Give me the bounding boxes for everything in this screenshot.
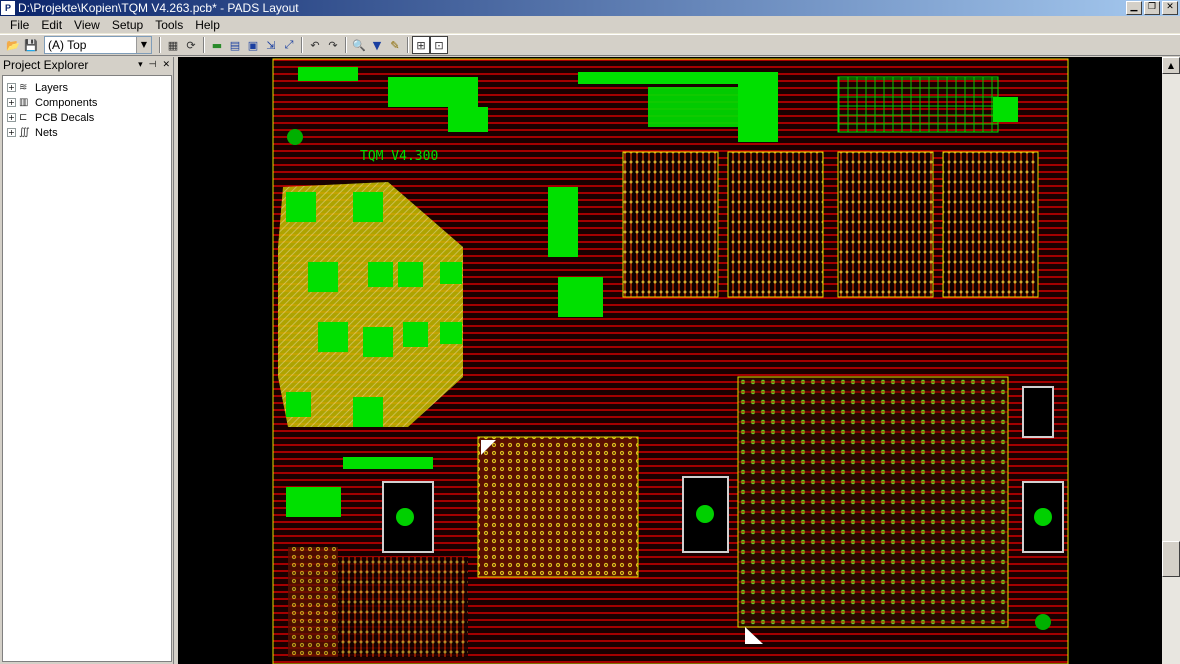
drafting-toolbar-icon[interactable]: ▣ (244, 36, 262, 54)
window-title: D:\Projekte\Kopien\TQM V4.263.pcb* - PAD… (18, 1, 299, 15)
toolbar-separator (345, 37, 347, 53)
nets-icon: ∭ (19, 127, 30, 138)
expand-icon[interactable]: + (7, 98, 16, 107)
minimize-icon[interactable]: ▁ (1126, 1, 1142, 15)
project-explorer: Project Explorer ▾ ⊣ ✕ + ≋ Layers + ▥ Co… (0, 57, 174, 664)
select-filter-icon[interactable]: ▼ (368, 36, 386, 54)
menu-setup[interactable]: Setup (106, 18, 149, 32)
expand-icon[interactable]: + (7, 128, 16, 137)
design-toolbar-icon[interactable]: ▬ (208, 36, 226, 54)
open-icon[interactable]: 📂 (4, 36, 22, 54)
decal-icon: ⊏ (19, 112, 28, 123)
toolbar: 📂 💾 (A) Top ▼ ▦ ⟳ ▬ ▤ ▣ ⇲ ⤢ ↶ ↷ 🔍 ▼ ✎ ⊞ … (0, 34, 1180, 56)
title-bar: P D:\Projekte\Kopien\TQM V4.263.pcb* - P… (0, 0, 1180, 16)
explorer-title: Project Explorer (3, 58, 89, 72)
bga-component-center (737, 376, 1009, 628)
explorer-controls: ▾ ⊣ ✕ (138, 60, 170, 70)
explorer-header: Project Explorer ▾ ⊣ ✕ (0, 57, 173, 73)
close-icon[interactable]: ✕ (162, 60, 170, 70)
properties-icon[interactable]: ▦ (164, 36, 182, 54)
pads-layout-window: P D:\Projekte\Kopien\TQM V4.263.pcb* - P… (0, 0, 1180, 664)
explorer-tree: + ≋ Layers + ▥ Components + ⊏ PCB Decals… (2, 75, 172, 662)
title-buttons: ▁ ❐ ✕ (1126, 1, 1178, 15)
layer-select-value: (A) Top (48, 38, 87, 52)
close-icon[interactable]: ✕ (1162, 1, 1178, 15)
toolbar-separator (301, 37, 303, 53)
app-icon: P (1, 1, 15, 15)
tree-item-components[interactable]: + ▥ Components (3, 95, 171, 110)
window-fit-icon[interactable]: ⊡ (430, 36, 448, 54)
tree-item-label: Layers (35, 81, 69, 94)
tree-item-layers[interactable]: + ≋ Layers (3, 80, 171, 95)
layer-select[interactable]: (A) Top ▼ (44, 36, 152, 54)
chevron-down-icon[interactable]: ▼ (136, 37, 151, 53)
scroll-up-icon[interactable]: ▲ (1162, 57, 1180, 74)
tree-item-label: PCB Decals (35, 111, 95, 124)
refresh-icon[interactable]: ⟳ (182, 36, 200, 54)
route-toolbar-icon[interactable]: ⤢ (280, 36, 298, 54)
menu-edit[interactable]: Edit (35, 18, 68, 32)
pin-icon[interactable]: ⊣ (149, 60, 157, 70)
menu-view[interactable]: View (68, 18, 106, 32)
pcb-board-drawing: TQM V4.300 (272, 58, 1069, 664)
verify-icon[interactable]: ✎ (386, 36, 404, 54)
tree-item-pcb-decals[interactable]: + ⊏ PCB Decals (3, 110, 171, 125)
ecm-toolbar-icon[interactable]: ▤ (226, 36, 244, 54)
toolbar-separator (159, 37, 161, 53)
toolbar-separator (203, 37, 205, 53)
redo-icon[interactable]: ↷ (324, 36, 342, 54)
zoom-icon[interactable]: 🔍 (350, 36, 368, 54)
menu-file[interactable]: File (4, 18, 35, 32)
dropdown-icon[interactable]: ▾ (138, 60, 143, 70)
tree-item-label: Components (35, 96, 98, 109)
tree-item-label: Nets (35, 126, 58, 139)
toolbar-separator (407, 37, 409, 53)
menu-bar: File Edit View Setup Tools Help (0, 16, 1180, 34)
component-icon: ▥ (19, 97, 29, 108)
layers-icon: ≋ (19, 82, 28, 93)
bga-component-left (477, 436, 639, 578)
menu-tools[interactable]: Tools (149, 18, 189, 32)
expand-icon[interactable]: + (7, 83, 16, 92)
expand-icon[interactable]: + (7, 113, 16, 122)
vertical-scrollbar[interactable]: ▲ (1162, 57, 1180, 664)
maximize-icon[interactable]: ❐ (1144, 1, 1160, 15)
pcb-canvas[interactable]: TQM V4.300 (178, 57, 1162, 664)
pan-icon[interactable]: ⊞ (412, 36, 430, 54)
menu-help[interactable]: Help (189, 18, 226, 32)
save-icon[interactable]: 💾 (22, 36, 40, 54)
tree-item-nets[interactable]: + ∭ Nets (3, 125, 171, 140)
dimension-toolbar-icon[interactable]: ⇲ (262, 36, 280, 54)
board-label-text: TQM V4.300 (360, 149, 438, 164)
scroll-thumb[interactable] (1162, 541, 1180, 577)
undo-icon[interactable]: ↶ (306, 36, 324, 54)
